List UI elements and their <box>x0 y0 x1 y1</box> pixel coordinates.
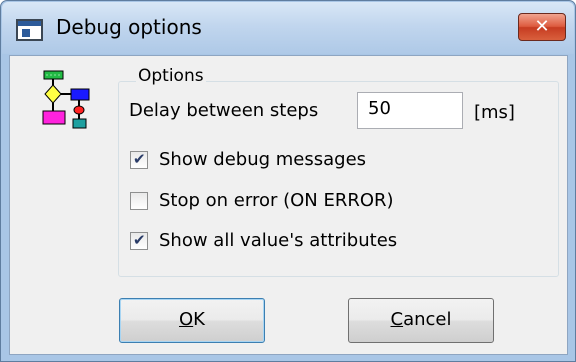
delay-label: Delay between steps <box>129 100 319 121</box>
flowchart-icon <box>42 70 90 129</box>
check-icon: ✔ <box>133 231 146 249</box>
close-icon: ✕ <box>534 16 550 37</box>
show-debug-messages-checkbox[interactable]: ✔ <box>130 150 148 169</box>
show-debug-messages-label[interactable]: Show debug messages <box>159 149 366 170</box>
stop-on-error-label[interactable]: Stop on error (ON ERROR) <box>159 190 394 211</box>
ok-button-label: OK <box>179 309 205 330</box>
dialog-body: Options Delay between steps 50 [ms] ✔ Sh… <box>9 55 568 355</box>
show-all-attributes-checkbox[interactable]: ✔ <box>130 231 148 250</box>
check-icon: ✔ <box>133 150 146 168</box>
show-all-attributes-label[interactable]: Show all value's attributes <box>159 230 397 251</box>
window-app-icon[interactable] <box>16 19 43 41</box>
ok-button[interactable]: OK <box>119 298 265 343</box>
delay-unit-label: [ms] <box>474 102 515 123</box>
window-title: Debug options <box>56 15 202 39</box>
options-group-legend: Options <box>136 66 206 86</box>
close-button[interactable]: ✕ <box>518 13 566 41</box>
debug-options-window: Debug options ✕ Options Delay between st… <box>0 0 576 362</box>
delay-input[interactable]: 50 <box>357 92 463 129</box>
title-bar[interactable]: Debug options ✕ <box>2 2 574 54</box>
stop-on-error-checkbox[interactable] <box>130 192 148 210</box>
cancel-button-label: Cancel <box>390 309 452 330</box>
cancel-button[interactable]: Cancel <box>348 298 494 343</box>
